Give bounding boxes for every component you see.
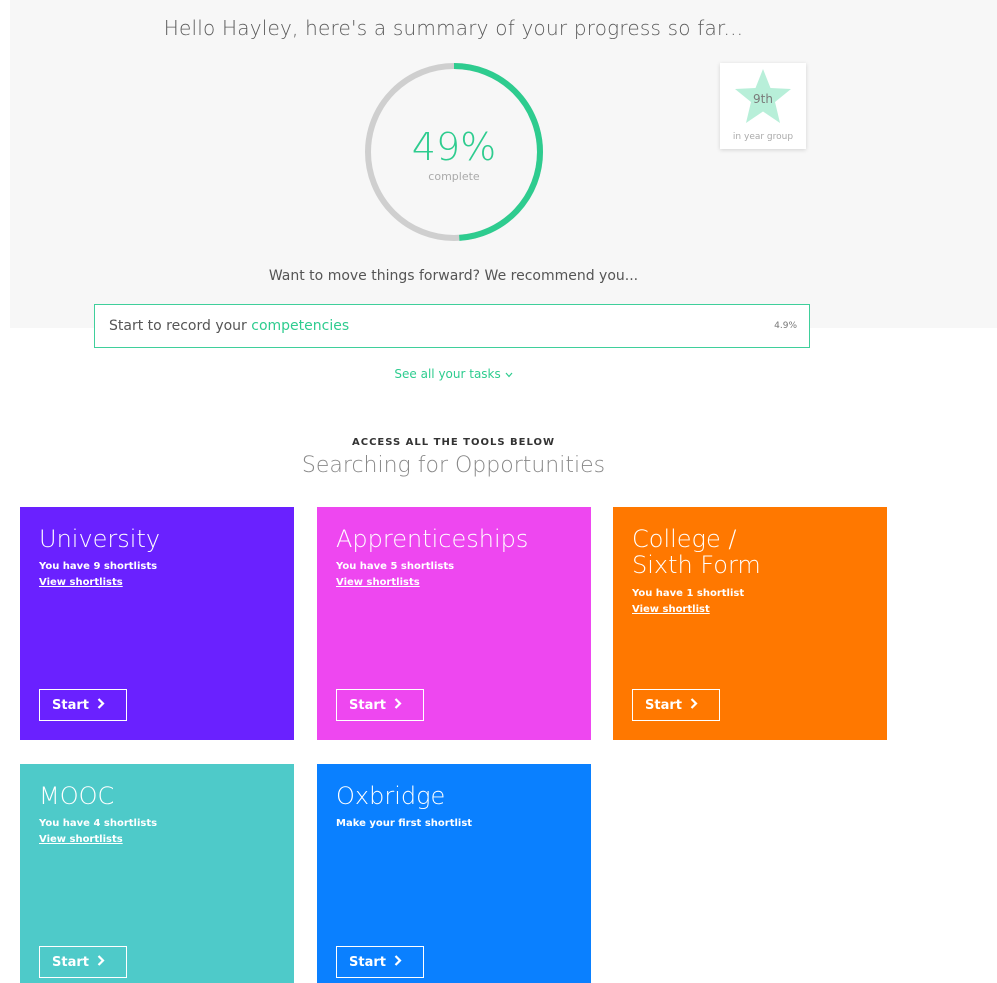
- tile-title: Apprenticeships: [336, 525, 529, 553]
- recommendation-text: Want to move things forward? We recommen…: [268, 268, 639, 284]
- rank-caption: in year group: [732, 132, 794, 142]
- view-shortlists-link[interactable]: View shortlists: [39, 834, 123, 845]
- start-button-label: Start: [349, 697, 386, 713]
- view-shortlist-link[interactable]: View shortlist: [632, 604, 710, 615]
- start-button-label: Start: [349, 954, 386, 970]
- see-all-tasks-link[interactable]: See all your tasks: [0, 367, 907, 381]
- tile-shortlist-prompt: Make your first shortlist: [336, 818, 473, 829]
- chevron-right-icon: [394, 697, 402, 713]
- tile-title-line-1: College /: [632, 525, 737, 553]
- progress-ring-label: 49% complete: [362, 60, 546, 244]
- tile-shortlist-count: You have 1 shortlist: [632, 588, 745, 599]
- tile-oxbridge: Oxbridge Make your first shortlist Start: [317, 764, 591, 983]
- start-button-apprenticeships[interactable]: Start: [336, 689, 424, 721]
- view-shortlists-link[interactable]: View shortlists: [336, 577, 420, 588]
- view-shortlists-link[interactable]: View shortlists: [39, 577, 123, 588]
- tile-shortlist-count: You have 5 shortlists: [336, 561, 455, 572]
- chevron-down-icon: [505, 367, 513, 381]
- start-button-university[interactable]: Start: [39, 689, 127, 721]
- chevron-right-icon: [690, 697, 698, 713]
- start-button-college[interactable]: Start: [632, 689, 720, 721]
- chevron-right-icon: [97, 954, 105, 970]
- chevron-right-icon: [97, 697, 105, 713]
- progress-caption: complete: [428, 169, 480, 183]
- recommended-task[interactable]: Start to record your competencies 4.9%: [94, 304, 810, 348]
- start-button-oxbridge[interactable]: Start: [336, 946, 424, 978]
- start-button-label: Start: [645, 697, 682, 713]
- tile-university: University You have 9 shortlists View sh…: [20, 507, 294, 740]
- start-button-label: Start: [52, 697, 89, 713]
- task-percent: 4.9%: [774, 321, 797, 331]
- start-button-mooc[interactable]: Start: [39, 946, 127, 978]
- chevron-right-icon: [394, 954, 402, 970]
- tile-shortlist-count: You have 4 shortlists: [39, 818, 158, 829]
- rank-badge: 9th in year group: [720, 63, 806, 149]
- tile-mooc: MOOC You have 4 shortlists View shortlis…: [20, 764, 294, 983]
- tile-title: University: [39, 525, 161, 553]
- tools-heading: Searching for Opportunities: [301, 453, 606, 478]
- greeting-heading: Hello Hayley, here's a summary of your p…: [163, 16, 744, 40]
- rank-position: 9th: [753, 92, 773, 106]
- competencies-link[interactable]: competencies: [251, 318, 349, 334]
- task-prefix: Start to record your: [109, 318, 252, 334]
- tile-college-sixth-form: College / Sixth Form You have 1 shortlist…: [613, 507, 887, 740]
- tile-shortlist-count: You have 9 shortlists: [39, 561, 158, 572]
- start-button-label: Start: [52, 954, 89, 970]
- task-description: Start to record your competencies: [109, 318, 349, 334]
- tile-title-line-2: Sixth Form: [632, 551, 761, 579]
- tile-title: Oxbridge: [336, 782, 446, 810]
- tile-title: College / Sixth Form: [632, 526, 872, 578]
- progress-percent: 49%: [411, 124, 497, 169]
- progress-ring: 49% complete: [362, 60, 546, 244]
- see-all-tasks-label: See all your tasks: [394, 367, 501, 381]
- tools-eyebrow: ACCESS ALL THE TOOLS BELOW: [351, 437, 556, 448]
- tile-title: MOOC: [39, 782, 115, 810]
- tile-apprenticeships: Apprenticeships You have 5 shortlists Vi…: [317, 507, 591, 740]
